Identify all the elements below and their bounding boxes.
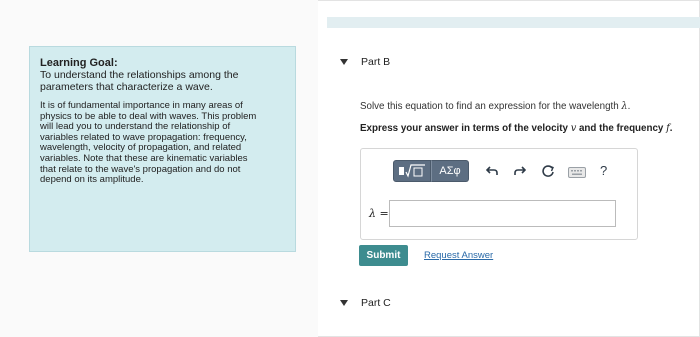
template-glyph (399, 164, 425, 178)
instruction-suffix: . (627, 101, 631, 112)
body-line: It is of fundamental importance in many … (40, 100, 243, 111)
part-c-label[interactable]: Part C (361, 297, 391, 309)
body-line: depend on its amplitude. (40, 174, 144, 186)
submit-button[interactable]: Submit (359, 245, 408, 266)
learning-goal-box: Learning Goal: To understand the relatio… (29, 46, 296, 252)
help-icon[interactable]: ? (600, 163, 607, 178)
keyboard-icon[interactable] (568, 167, 586, 178)
part-b-instruction: Solve this equation to find an expressio… (360, 101, 630, 112)
learning-goal-subtitle: To understand the relationships among th… (40, 69, 285, 93)
format-suffix: . (669, 123, 673, 134)
math-toolbar: ΑΣφ (393, 160, 469, 182)
greek-symbols-icon[interactable]: ΑΣφ (431, 160, 469, 182)
template-icon[interactable] (393, 160, 431, 182)
format-prefix: Express your answer in terms of the velo… (360, 123, 571, 134)
reset-icon[interactable] (542, 165, 555, 178)
subtitle-line: parameters that characterize a wave. (40, 80, 213, 93)
part-c-collapse-icon[interactable] (340, 300, 348, 306)
learning-goal-title: Learning Goal: (40, 57, 118, 69)
part-b-label[interactable]: Part B (361, 56, 390, 68)
answer-input[interactable] (389, 200, 616, 227)
body-line: variables. Note that these are kinematic… (40, 152, 248, 164)
answer-label: λ = (369, 207, 389, 220)
part-b-collapse-icon[interactable] (340, 59, 348, 65)
instruction-text: Solve this equation to find an expressio… (360, 101, 622, 112)
answer-label-text: λ = (369, 207, 389, 220)
redo-icon[interactable] (514, 166, 526, 176)
subtitle-line: To understand the relationships among th… (40, 69, 239, 81)
part-b-answer-format: Express your answer in terms of the velo… (360, 123, 672, 134)
previous-part-bar (327, 17, 700, 28)
learning-goal-body: It is of fundamental importance in many … (40, 100, 285, 186)
undo-icon[interactable] (486, 166, 498, 176)
request-answer-link[interactable]: Request Answer (424, 250, 493, 261)
format-mid: and the frequency (576, 123, 667, 134)
